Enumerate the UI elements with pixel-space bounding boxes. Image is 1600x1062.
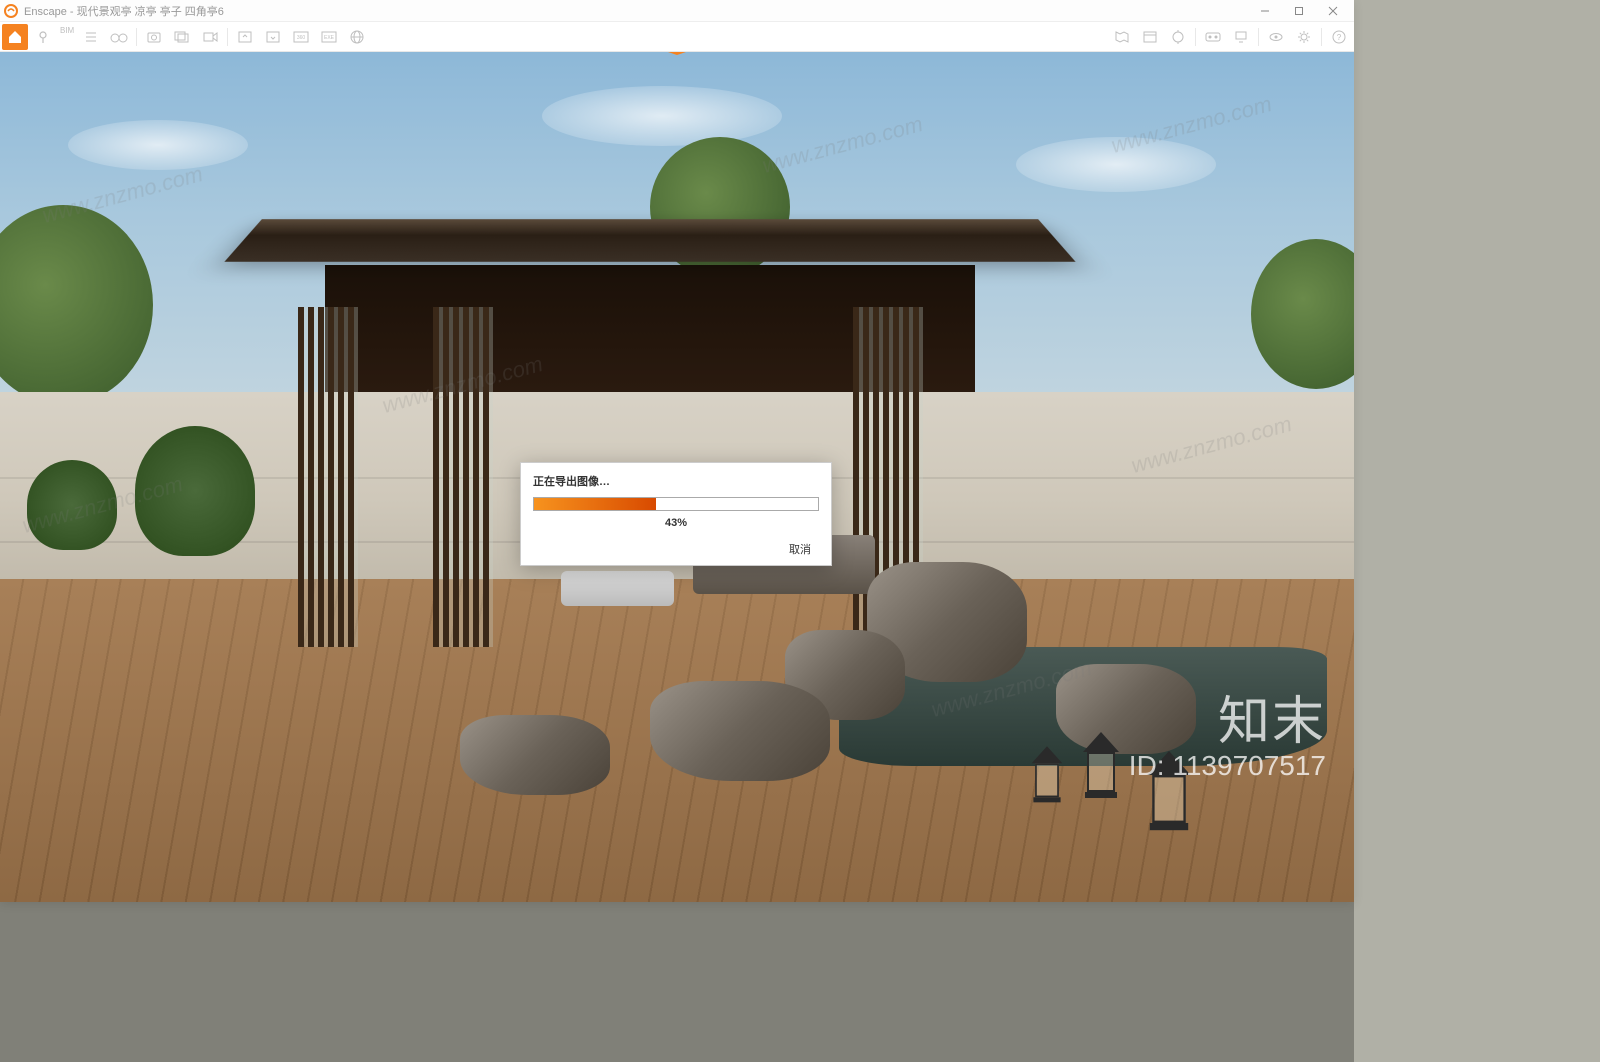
lantern-icon <box>1032 746 1063 806</box>
help-button[interactable]: ? <box>1326 24 1352 50</box>
binoculars-button[interactable] <box>106 24 132 50</box>
maximize-button[interactable] <box>1282 0 1316 22</box>
progress-bar <box>533 497 819 511</box>
settings-button[interactable] <box>1291 24 1317 50</box>
progress-percent: 43% <box>533 517 819 529</box>
lantern-icon <box>1147 751 1190 835</box>
cancel-button[interactable]: 取消 <box>781 539 819 559</box>
video-button[interactable] <box>197 24 223 50</box>
progress-fill <box>534 498 656 510</box>
panorama-button[interactable]: 360 <box>288 24 314 50</box>
render-viewport[interactable]: www.znzmo.com www.znzmo.com www.znzmo.co… <box>0 52 1354 902</box>
page-background-right <box>1354 0 1600 1062</box>
location-button[interactable] <box>30 24 56 50</box>
close-button[interactable] <box>1316 0 1350 22</box>
svg-text:EXE: EXE <box>324 35 335 41</box>
favorite-view-button[interactable] <box>232 24 258 50</box>
bim-label: BIM <box>58 26 76 35</box>
collaborate-button[interactable] <box>1228 24 1254 50</box>
window-controls <box>1248 0 1350 22</box>
minimize-button[interactable] <box>1248 0 1282 22</box>
app-logo-icon <box>4 4 18 18</box>
svg-text:?: ? <box>1337 33 1342 42</box>
app-window: Enscape - 现代景观亭 凉亭 亭子 四角亭6 BIM <box>0 0 1354 902</box>
visual-settings-button[interactable] <box>1263 24 1289 50</box>
page-background-bottom <box>0 902 1354 1062</box>
vr-button[interactable] <box>1200 24 1226 50</box>
batch-render-button[interactable] <box>169 24 195 50</box>
view-preset-button[interactable] <box>260 24 286 50</box>
bim-menu-button[interactable] <box>78 24 104 50</box>
dialog-title: 正在导出图像… <box>533 473 819 489</box>
lantern-icon <box>1083 732 1119 802</box>
titlebar: Enscape - 现代景观亭 凉亭 亭子 四角亭6 <box>0 0 1354 22</box>
toolbar: BIM 360 <box>0 22 1354 52</box>
web-export-button[interactable] <box>344 24 370 50</box>
orbit-button[interactable] <box>1165 24 1191 50</box>
svg-text:360: 360 <box>297 35 306 41</box>
map-button[interactable] <box>1109 24 1135 50</box>
home-button[interactable] <box>2 24 28 50</box>
window-title: Enscape - 现代景观亭 凉亭 亭子 四角亭6 <box>24 3 1248 19</box>
asset-library-button[interactable] <box>1137 24 1163 50</box>
exe-export-button[interactable]: EXE <box>316 24 342 50</box>
screenshot-button[interactable] <box>141 24 167 50</box>
export-progress-dialog: 正在导出图像… 43% 取消 <box>520 462 832 566</box>
collapse-handle-icon[interactable] <box>659 52 695 55</box>
